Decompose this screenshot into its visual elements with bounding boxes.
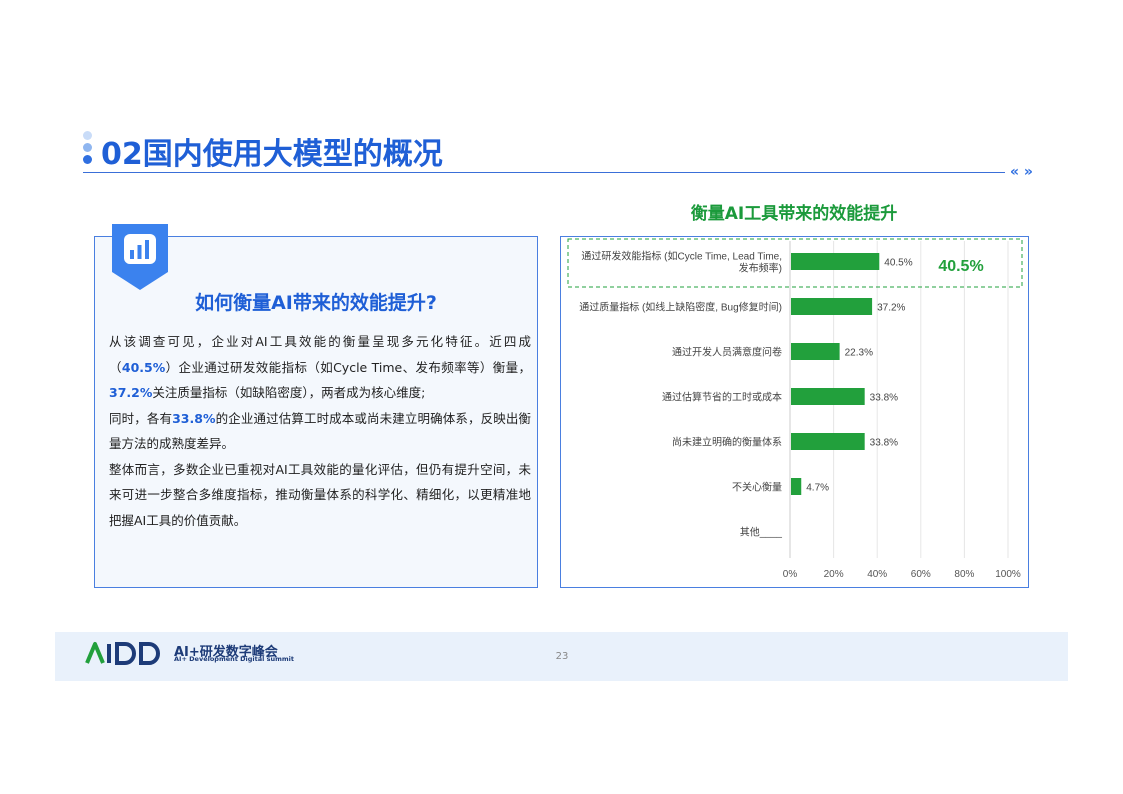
bar-chart: 0% 20% 40% 60% 80% 100% 通过研发效能指标 (如Cycle Time,… bbox=[567, 238, 1023, 580]
category-label: 发布频率) bbox=[739, 262, 782, 275]
bar bbox=[791, 478, 802, 495]
x-tick-label: 0% bbox=[783, 569, 798, 580]
data-label: 33.8% bbox=[870, 438, 898, 449]
page-number: 23 bbox=[555, 651, 569, 662]
body-text: 整体而言，多数企业已重视对AI工具效能的量化评估，但仍有提升空间，未来可进一步整… bbox=[109, 461, 531, 528]
panel-title: 如何衡量AI带来的效能提升? bbox=[195, 292, 437, 314]
category-label: 通过开发人员满意度问卷 bbox=[672, 346, 782, 359]
category-label: 其他____ bbox=[740, 526, 783, 539]
footer-subtitle: AI+ Development Digital summit bbox=[174, 655, 294, 663]
x-tick-label: 20% bbox=[824, 569, 844, 580]
highlight-label: 40.5% bbox=[938, 258, 983, 275]
title-divider bbox=[83, 172, 1005, 173]
data-label: 37.2% bbox=[877, 303, 905, 314]
body-text: 关注质量指标（如缺陷密度），两者成为核心维度; bbox=[152, 385, 426, 400]
x-tick-label: 80% bbox=[954, 569, 974, 580]
panel-body: 从该调查可见，企业对AI工具效能的衡量呈现多元化特征。近四成（40.5%）企业通… bbox=[109, 329, 531, 533]
bar bbox=[791, 433, 865, 450]
data-label: 40.5% bbox=[884, 258, 912, 269]
body-text: 同时，各有 bbox=[109, 410, 173, 426]
category-label: 通过质量指标 (如线上缺陷密度, Bug修复时间) bbox=[579, 301, 782, 314]
bar bbox=[791, 298, 873, 315]
aidd-logo bbox=[85, 642, 160, 665]
bar bbox=[791, 343, 840, 360]
data-label: 22.3% bbox=[845, 348, 873, 359]
title-decoration bbox=[83, 131, 93, 167]
nav-arrows-icon[interactable]: « » bbox=[1010, 164, 1033, 180]
bar bbox=[791, 253, 880, 270]
chart-title: 衡量AI工具带来的效能提升 bbox=[690, 204, 898, 224]
page-title: 02国内使用大模型的概况 bbox=[101, 137, 443, 172]
body-text: ）企业通过研发效能指标（如Cycle Time、发布频率等）衡量， bbox=[165, 359, 531, 375]
category-label: 不关心衡量 bbox=[732, 481, 782, 494]
data-label: 33.8% bbox=[870, 393, 898, 404]
data-label: 4.7% bbox=[806, 483, 829, 494]
bar-chart-icon bbox=[112, 224, 168, 290]
highlight-value: 37.2% bbox=[109, 385, 153, 400]
category-label: 通过研发效能指标 (如Cycle Time, Lead Time, bbox=[581, 250, 782, 263]
x-tick-label: 100% bbox=[995, 569, 1021, 580]
x-tick-label: 40% bbox=[867, 569, 887, 580]
bar bbox=[791, 388, 865, 405]
category-label: 尚未建立明确的衡量体系 bbox=[672, 436, 782, 449]
highlight-value: 40.5% bbox=[121, 359, 166, 375]
category-label: 通过估算节省的工时或成本 bbox=[662, 391, 782, 404]
x-tick-label: 60% bbox=[911, 569, 931, 580]
highlight-value: 33.8% bbox=[172, 410, 216, 426]
